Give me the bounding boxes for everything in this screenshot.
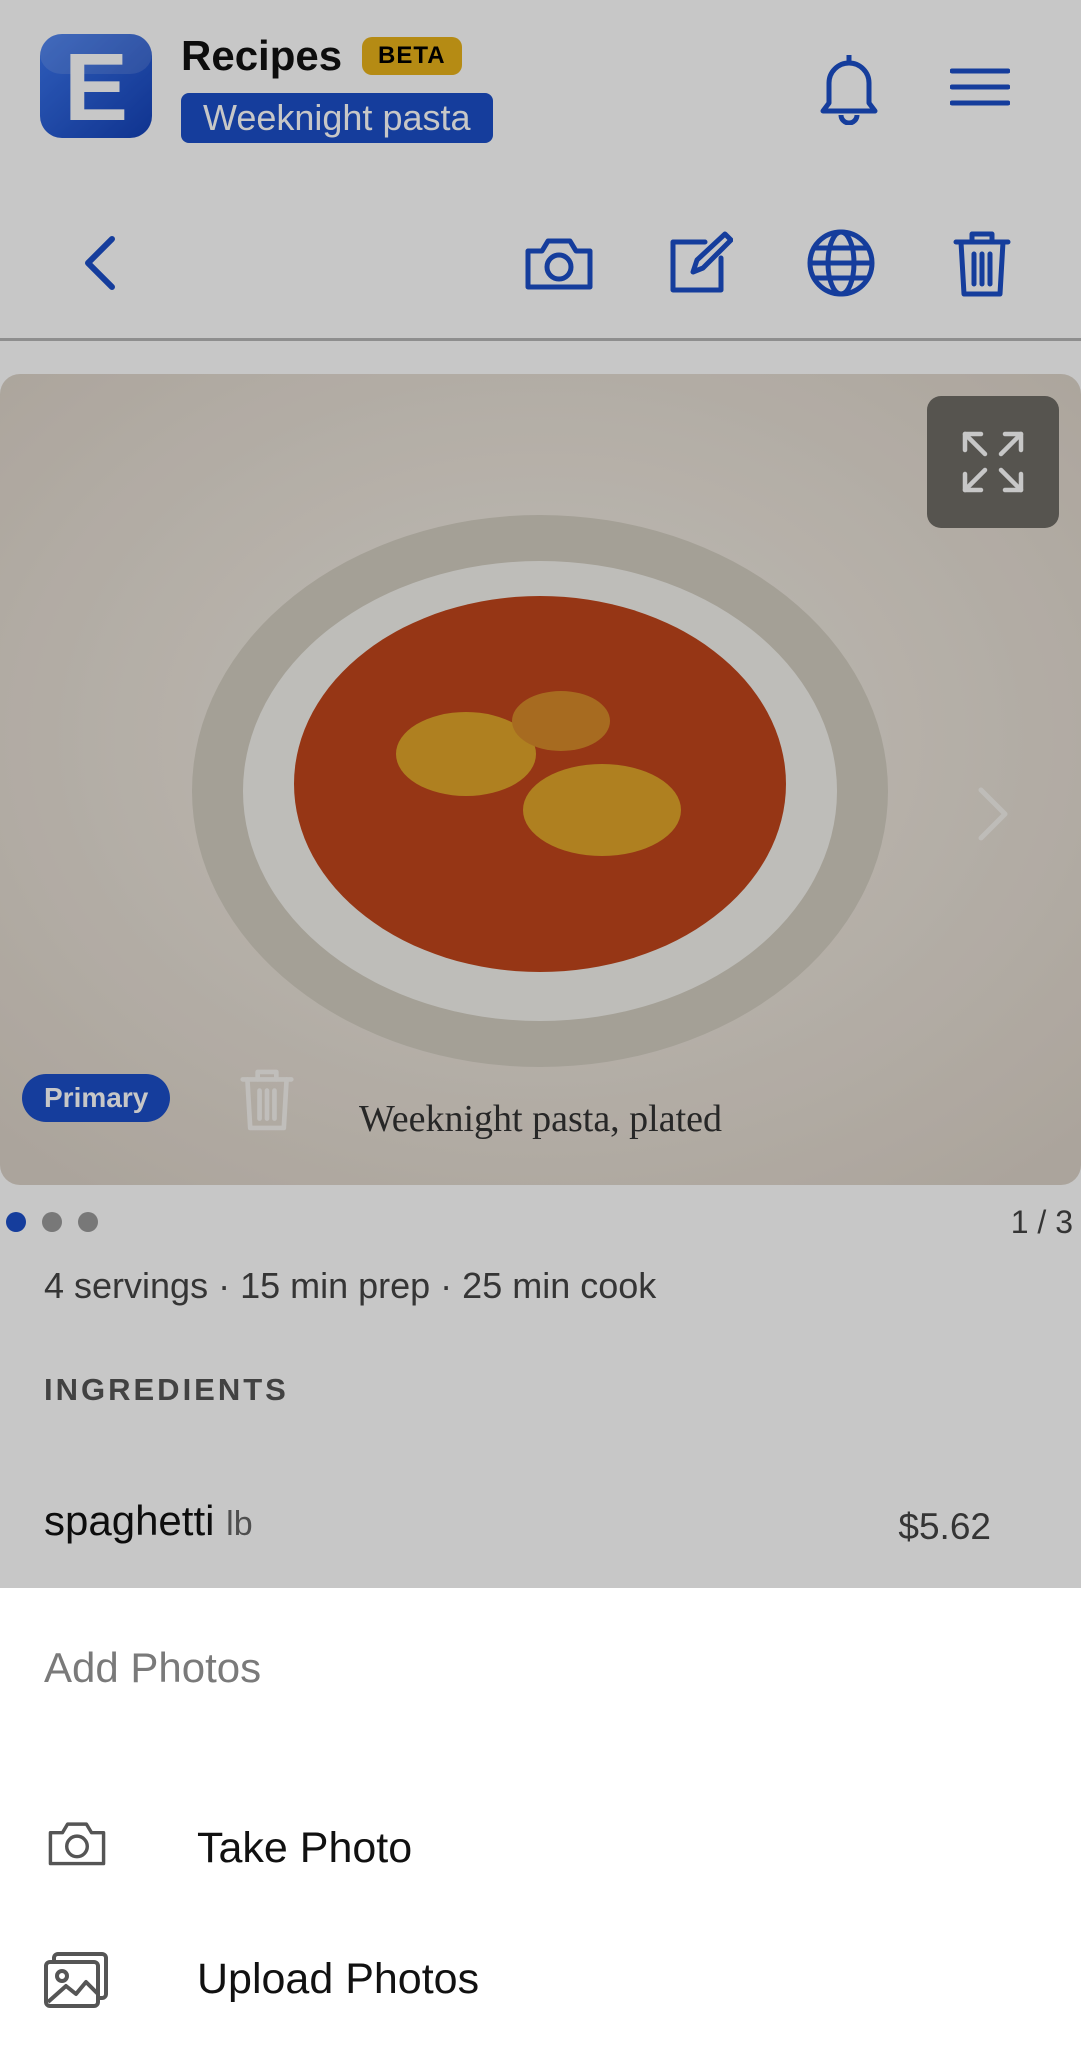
upload-photos-label: Upload Photos — [197, 1955, 480, 2003]
photo-carousel[interactable]: Primary Weeknight pasta, plated — [0, 374, 1081, 1185]
expand-icon — [962, 431, 1024, 493]
logo-letter: E — [64, 34, 128, 141]
hamburger-menu-icon[interactable] — [948, 60, 1012, 114]
expand-fullscreen-button[interactable] — [927, 396, 1059, 528]
app-logo[interactable]: E — [38, 32, 154, 142]
action-toolbar — [0, 188, 1081, 341]
camera-icon — [44, 1810, 110, 1876]
app-header: E Recipes BETA Weeknight pasta — [0, 0, 1081, 178]
recipe-photo — [0, 374, 1081, 1185]
photo-counter: 1 / 3 — [1010, 1204, 1073, 1240]
camera-icon[interactable] — [514, 188, 604, 338]
image-gallery-icon — [44, 1947, 110, 2013]
bell-icon[interactable] — [812, 46, 886, 128]
take-photo-option[interactable]: Take Photo — [0, 1810, 1081, 1930]
back-chevron-icon[interactable] — [55, 188, 145, 338]
take-photo-label: Take Photo — [197, 1824, 413, 1872]
upload-photos-option[interactable]: Upload Photos — [0, 1943, 1081, 2063]
photo-caption: Weeknight pasta, plated — [358, 1098, 723, 1140]
trash-icon[interactable] — [937, 188, 1027, 338]
ingredient-label: spaghetti — [44, 1497, 215, 1544]
sheet-title: Add Photos — [44, 1644, 262, 1691]
app-title: Recipes — [181, 32, 343, 79]
globe-icon[interactable] — [796, 188, 886, 338]
recipe-name-pill[interactable]: Weeknight pasta — [181, 93, 493, 143]
ingredients-heading: INGREDIENTS — [44, 1372, 289, 1407]
recipe-page: E Recipes BETA Weeknight pasta Primary W… — [0, 0, 1081, 1588]
next-photo-chevron-icon[interactable] — [960, 774, 1026, 854]
carousel-dots — [6, 1212, 98, 1232]
beta-badge: BETA — [362, 37, 462, 75]
add-photos-sheet: Add Photos Take Photo Upload Photos — [0, 1588, 1081, 2008]
ingredient-unit: lb — [226, 1505, 253, 1543]
carousel-dot[interactable] — [42, 1212, 62, 1232]
ingredient-price: $5.62 — [898, 1506, 991, 1547]
carousel-dot[interactable] — [78, 1212, 98, 1232]
edit-icon[interactable] — [655, 188, 745, 338]
ingredient-name[interactable]: spaghetti lb — [44, 1497, 253, 1545]
carousel-dot[interactable] — [6, 1212, 26, 1232]
recipe-meta: 4 servings · 15 min prep · 25 min cook — [44, 1265, 657, 1306]
